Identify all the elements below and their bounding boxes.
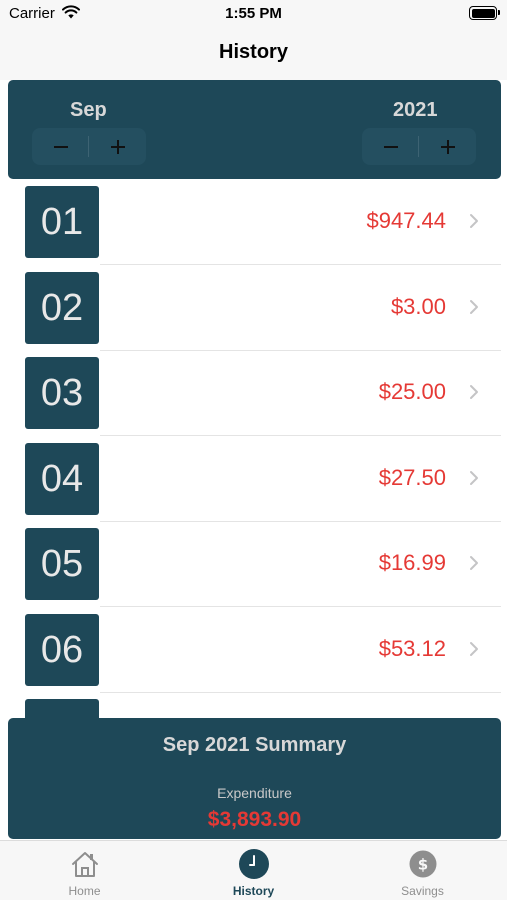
row-amount: $3.00 xyxy=(390,294,446,319)
summary-title: Sep 2021 Summary xyxy=(162,734,347,756)
row-amount: $53.12 xyxy=(378,636,446,661)
history-list[interactable]: 01 $947.44 02 $3.00 03 $25.00 04 $27.50 … xyxy=(0,179,507,719)
tab-label: Savings xyxy=(401,884,444,898)
day-badge: 01 xyxy=(25,186,99,258)
tab-label: Home xyxy=(68,884,101,898)
history-row[interactable]: 02 $3.00 xyxy=(25,265,501,351)
chevron-right-icon xyxy=(470,300,478,314)
svg-text:$: $ xyxy=(418,856,428,874)
chevron-right-icon xyxy=(470,556,478,570)
row-amount: $25.00 xyxy=(378,379,446,404)
history-row[interactable]: 03 $25.00 xyxy=(25,350,501,436)
expenditure-value: $3,893.90 xyxy=(207,808,302,831)
row-amount: $27.50 xyxy=(378,465,446,490)
month-increment-button[interactable] xyxy=(89,128,146,165)
day-badge: 05 xyxy=(25,528,99,600)
history-row[interactable]: 04 $27.50 xyxy=(25,436,501,522)
history-row[interactable]: 05 $16.99 xyxy=(25,521,501,607)
tab-label: History xyxy=(232,884,275,898)
month-year-picker: Sep 2021 xyxy=(8,80,501,179)
page-title: History xyxy=(219,41,288,63)
plus-icon xyxy=(440,139,455,154)
tab-home[interactable]: Home xyxy=(0,841,169,900)
year-label: 2021 xyxy=(393,99,438,121)
navigation-bar: History xyxy=(0,30,507,80)
chevron-right-icon xyxy=(470,471,478,485)
tab-history[interactable]: History xyxy=(169,841,338,900)
clock-icon xyxy=(239,849,269,879)
minus-icon xyxy=(53,145,68,148)
status-bar: Carrier 1:55 PM xyxy=(0,0,507,30)
expenditure-label: Expenditure xyxy=(217,785,292,801)
history-row[interactable]: 01 $947.44 xyxy=(25,179,501,265)
month-summary-panel: Sep 2021 Summary Expenditure $3,893.90 xyxy=(8,718,501,839)
day-badge: 04 xyxy=(25,443,99,515)
tab-bar: Home History $ Savings xyxy=(0,840,507,900)
dollar-coin-icon: $ xyxy=(409,850,437,878)
year-increment-button[interactable] xyxy=(419,128,476,165)
day-badge-partial xyxy=(25,699,99,719)
house-icon xyxy=(72,852,98,877)
month-label: Sep xyxy=(70,99,107,121)
status-time: 1:55 PM xyxy=(225,5,282,22)
row-amount: $16.99 xyxy=(378,550,446,575)
year-decrement-button[interactable] xyxy=(362,128,419,165)
chevron-right-icon xyxy=(470,385,478,399)
plus-icon xyxy=(110,139,125,154)
month-stepper xyxy=(32,128,146,165)
month-decrement-button[interactable] xyxy=(32,128,89,165)
year-stepper xyxy=(362,128,476,165)
battery-icon xyxy=(469,6,500,20)
history-row[interactable]: 06 $53.12 xyxy=(25,607,501,693)
day-badge: 02 xyxy=(25,272,99,344)
chevron-right-icon xyxy=(470,214,478,228)
day-badge: 06 xyxy=(25,614,99,686)
tab-savings[interactable]: $ Savings xyxy=(338,841,507,900)
minus-icon xyxy=(383,145,398,148)
row-amount: $947.44 xyxy=(366,208,446,233)
chevron-right-icon xyxy=(470,642,478,656)
day-badge: 03 xyxy=(25,357,99,429)
